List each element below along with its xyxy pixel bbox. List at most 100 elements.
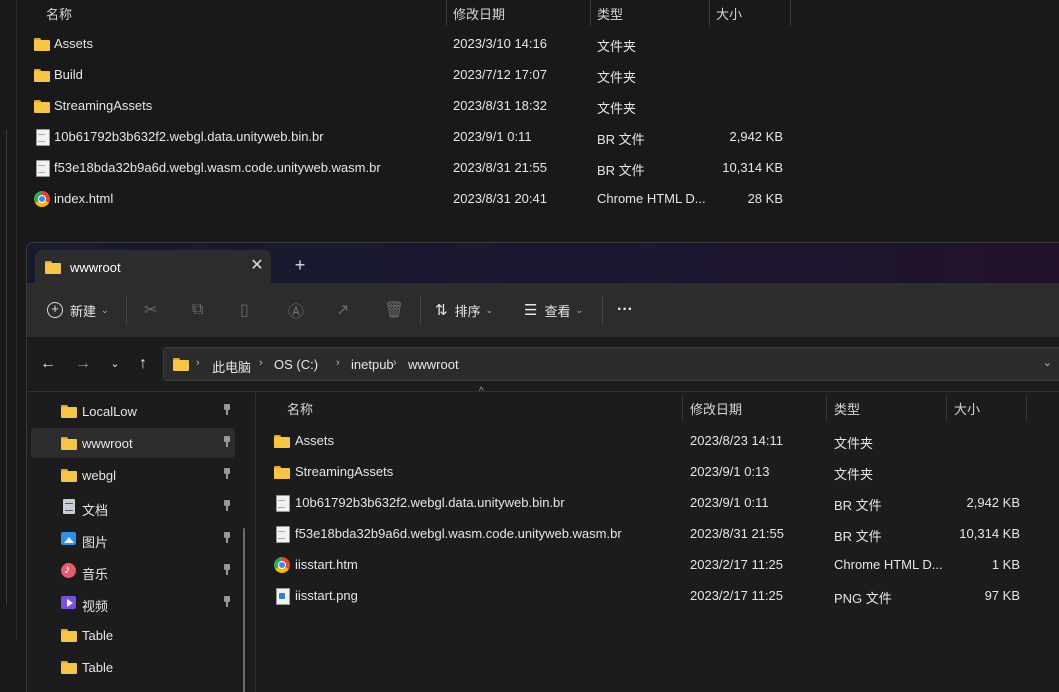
copy-icon[interactable]: ⧉ [192,299,203,321]
new-button-label: 新建 [70,303,97,319]
file-row[interactable]: f53e18bda32b9a6d.webgl.wasm.code.unitywe… [270,518,1050,549]
recent-locations-chevron-icon[interactable]: ⌄ [104,353,126,375]
nav-item[interactable]: LocalLow [31,396,235,426]
new-tab-button[interactable]: + [290,255,310,275]
file-size: 10,314 KB [722,160,783,175]
nav-item[interactable]: 文档 [31,492,235,522]
address-bar[interactable]: › 此电脑 › OS (C:) › inetpub › wwwroot ⌄ [163,347,1059,381]
file-date: 2023/9/1 0:11 [453,129,532,144]
nav-scrollbar[interactable] [243,528,245,692]
more-options-button[interactable]: ··· [617,299,633,321]
folder-icon [45,259,61,275]
breadcrumb-os-c[interactable]: OS (C:) [274,357,318,372]
pin-icon[interactable] [221,532,233,544]
file-row[interactable]: StreamingAssets 2023/9/1 0:13 文件夹 [270,456,1050,487]
breadcrumb-wwwroot[interactable]: wwwroot [408,357,459,372]
column-divider[interactable] [826,395,827,421]
nav-item-label: webgl [82,468,116,483]
nav-item[interactable]: 音乐 [31,556,235,586]
pin-icon[interactable] [221,596,233,608]
file-name: 10b61792b3b632f2.webgl.data.unityweb.bin… [295,495,565,510]
file-row[interactable]: iisstart.htm 2023/2/17 11:25 Chrome HTML D… [270,549,1050,580]
breadcrumb-chevron-icon[interactable]: › [259,357,263,369]
file-type: BR 文件 [834,498,882,513]
pin-icon[interactable] [221,564,233,576]
header-name[interactable]: 名称 [287,399,313,418]
cut-icon[interactable]: ✂ [144,299,157,321]
view-button-label: 查看 [544,303,571,319]
file-row[interactable]: 10b61792b3b632f2.webgl.data.unityweb.bin… [0,122,1059,153]
tab-wwwroot[interactable]: wwwroot ✕ [35,250,271,283]
file-row[interactable]: iisstart.png 2023/2/17 11:25 PNG 文件 97 KB [270,580,1050,611]
bg-header-type[interactable]: 类型 [597,4,623,23]
title-bar: wwwroot ✕ + [27,243,1059,283]
breadcrumb-inetpub[interactable]: inetpub [351,357,394,372]
header-date[interactable]: 修改日期 [690,399,742,418]
file-size: 28 KB [747,191,783,206]
folder-icon [34,98,50,114]
nav-item[interactable]: 视频 [31,588,235,618]
close-tab-icon[interactable]: ✕ [247,256,267,276]
file-date: 2023/2/17 11:25 [690,588,784,603]
share-icon[interactable]: ↗ [336,299,349,321]
nav-item[interactable]: webgl [31,460,235,490]
header-type[interactable]: 类型 [834,399,860,418]
bg-header-date[interactable]: 修改日期 [453,4,505,23]
column-divider[interactable] [790,0,791,26]
file-row[interactable]: StreamingAssets 2023/8/31 18:32 文件夹 [0,91,1059,122]
sort-icon: ⇅ [435,302,448,319]
nav-item[interactable]: Table [31,652,235,682]
document-icon [61,499,77,515]
nav-item[interactable]: Table [31,620,235,650]
nav-item[interactable]: 图片 [31,524,235,554]
file-row[interactable]: Build 2023/7/12 17:07 文件夹 [0,60,1059,91]
view-button[interactable]: ☰ 查看 ⌄ [524,299,583,321]
delete-icon[interactable]: 🗑 [384,299,404,321]
breadcrumb-chevron-icon[interactable]: › [196,357,200,369]
png-icon [274,588,290,605]
nav-item[interactable]: wwwroot [31,428,235,458]
file-name: StreamingAssets [54,98,153,113]
file-date: 2023/9/1 0:13 [690,464,770,479]
file-row[interactable]: Assets 2023/3/10 14:16 文件夹 [0,29,1059,60]
pin-icon[interactable] [221,404,233,416]
pin-icon[interactable] [221,500,233,512]
column-divider[interactable] [1026,395,1027,421]
folder-icon [274,433,290,449]
file-row[interactable]: 10b61792b3b632f2.webgl.data.unityweb.bin… [270,487,1050,518]
header-size[interactable]: 大小 [954,399,980,418]
file-name: f53e18bda32b9a6d.webgl.wasm.code.unitywe… [54,160,381,175]
column-divider[interactable] [709,0,710,26]
address-dropdown-chevron-icon[interactable]: ⌄ [1043,356,1052,369]
bg-header-name[interactable]: 名称 [46,4,72,23]
file-name: Assets [54,36,94,51]
pin-icon[interactable] [221,436,233,448]
file-row[interactable]: Assets 2023/8/23 14:11 文件夹 [270,425,1050,456]
up-arrow-icon[interactable]: ↑ [132,353,154,375]
breadcrumb-chevron-icon[interactable]: › [393,357,397,369]
forward-arrow-icon[interactable]: → [72,353,94,375]
folder-icon [61,627,77,643]
sort-button[interactable]: ⇅ 排序 ⌄ [435,299,493,321]
file-row[interactable]: index.html 2023/8/31 20:41 Chrome HTML D..… [0,184,1059,215]
breadcrumb-this-pc[interactable]: 此电脑 [212,357,251,376]
view-list-icon: ☰ [524,302,538,319]
back-arrow-icon[interactable]: ← [37,353,59,375]
bg-header-size[interactable]: 大小 [716,4,742,23]
music-icon [61,562,77,579]
file-row[interactable]: f53e18bda32b9a6d.webgl.wasm.code.unitywe… [0,153,1059,184]
file-type: BR 文件 [834,529,882,544]
breadcrumb-chevron-icon[interactable]: › [336,357,340,369]
column-divider[interactable] [946,395,947,421]
column-divider[interactable] [682,395,683,421]
rename-icon[interactable]: Ⓐ [288,299,304,321]
file-date: 2023/7/12 17:07 [453,67,547,82]
file-size: 10,314 KB [959,526,1020,541]
plus-circle-icon: + [47,302,63,318]
pin-icon[interactable] [221,468,233,480]
paste-icon[interactable]: ▯ [240,299,249,321]
column-divider[interactable] [446,0,447,26]
new-button[interactable]: + 新建 ⌄ [47,299,109,321]
folder-icon [61,467,77,483]
column-divider[interactable] [590,0,591,26]
